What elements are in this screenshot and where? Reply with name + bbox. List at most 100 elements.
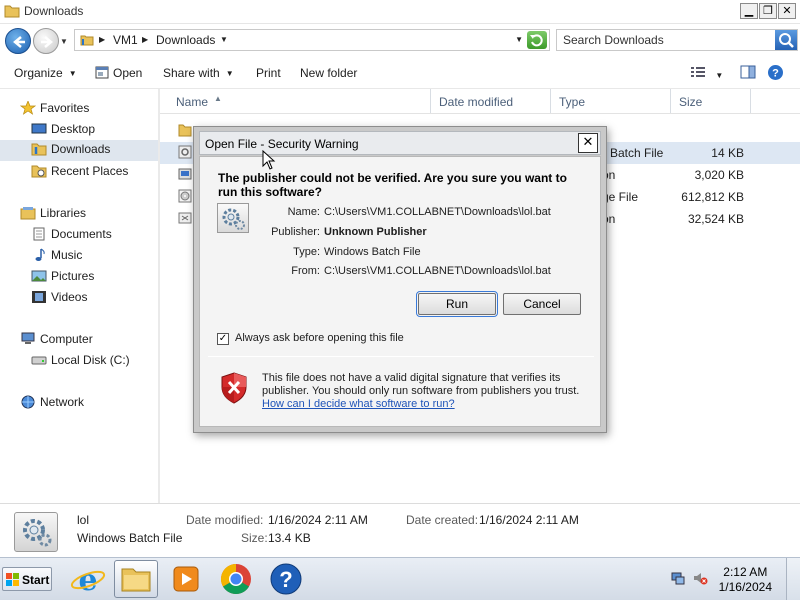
installer-icon	[178, 167, 192, 181]
close-window-button[interactable]: ✕	[778, 3, 796, 19]
clock-date: 1/16/2024	[718, 580, 772, 594]
sidebar-item-videos[interactable]: Videos	[31, 288, 151, 308]
start-button[interactable]: Start	[2, 567, 52, 591]
breadcrumb-separator-icon[interactable]: ▼	[220, 35, 228, 44]
sidebar-label: Downloads	[51, 142, 111, 156]
breadcrumb-separator-icon[interactable]: ▶	[142, 35, 148, 44]
system-clock[interactable]: 2:12 AM 1/16/2024	[719, 565, 772, 595]
taskbar-help[interactable]: ?	[264, 560, 308, 598]
organize-menu[interactable]: Organize ▼	[14, 66, 77, 80]
new-folder-button[interactable]: New folder	[300, 66, 357, 80]
address-history-dropdown-icon[interactable]: ▼	[515, 35, 523, 44]
taskbar-media-player[interactable]	[164, 560, 208, 598]
recent-places-icon	[31, 164, 47, 178]
breadcrumb-downloads[interactable]: Downloads	[156, 33, 215, 47]
column-label: Type	[559, 95, 586, 109]
maximize-button[interactable]: ❐	[759, 3, 777, 19]
sidebar-item-recent-places[interactable]: Recent Places	[31, 162, 156, 182]
column-header-date-modified[interactable]: Date modified	[431, 89, 551, 113]
sidebar-item-favorites[interactable]: Favorites	[19, 99, 150, 119]
column-header-size[interactable]: Size	[671, 89, 751, 113]
chevron-down-icon: ▼	[715, 71, 724, 81]
details-size-label: Size:	[241, 531, 268, 545]
refresh-button[interactable]	[527, 31, 547, 49]
sidebar-item-music[interactable]: Music	[31, 246, 151, 266]
sidebar-item-local-disk[interactable]: Local Disk (C:)	[31, 351, 156, 371]
publisher-label: Publisher:	[271, 226, 320, 238]
taskbar-windows-explorer[interactable]	[114, 560, 158, 598]
help-button[interactable]: ?	[767, 64, 784, 84]
sidebar-label: Music	[51, 248, 83, 262]
documents-icon	[31, 227, 47, 241]
always-ask-label[interactable]: Always ask before opening this file	[235, 332, 404, 344]
run-button[interactable]: Run	[416, 291, 498, 317]
sidebar-label: Documents	[51, 227, 112, 241]
always-ask-checkbox[interactable]: ✓	[217, 333, 229, 345]
media-player-icon	[173, 566, 199, 592]
sidebar-item-documents[interactable]: Documents	[31, 225, 151, 245]
start-label: Start	[22, 573, 50, 587]
sidebar-item-network[interactable]: Network	[20, 393, 150, 413]
svg-text:e: e	[78, 563, 97, 598]
sidebar-item-downloads[interactable]: Downloads	[0, 140, 158, 161]
preview-pane-button[interactable]	[740, 65, 756, 82]
organize-label: Organize	[14, 66, 63, 80]
dialog-headline: The publisher could not be verified. Are…	[218, 171, 567, 199]
shield-warning-icon	[220, 372, 248, 407]
security-warning-dialog: Open File - Security Warning ✕ The publi…	[193, 126, 607, 433]
computer-icon	[20, 332, 36, 346]
search-box	[556, 29, 798, 51]
sidebar-item-pictures[interactable]: Pictures	[31, 267, 151, 287]
view-options-button[interactable]: ▼	[690, 65, 723, 82]
help-link[interactable]: How can I decide what software to run?	[262, 398, 455, 410]
recent-pages-dropdown-icon[interactable]: ▼	[60, 37, 68, 46]
open-button[interactable]: Open	[95, 66, 142, 80]
share-with-menu[interactable]: Share with ▼	[163, 66, 234, 80]
clock-time: 2:12 AM	[723, 565, 768, 579]
file-size: 3,020 KB	[694, 168, 744, 182]
details-date-created: 1/16/2024 2:11 AM	[479, 513, 579, 527]
details-date-modified-label: Date modified:	[186, 513, 264, 527]
sidebar-label: Local Disk (C:)	[51, 353, 130, 367]
taskbar: Start e ? 2:12 AM 1/16/2024	[0, 557, 800, 600]
minimize-button[interactable]: ▁	[740, 3, 758, 19]
setup-icon	[178, 211, 192, 225]
videos-icon	[31, 290, 47, 304]
mouse-cursor-icon	[262, 150, 276, 170]
folder-icon	[80, 33, 94, 50]
search-input[interactable]	[557, 30, 777, 50]
forward-button[interactable]	[33, 28, 59, 54]
dialog-title: Open File - Security Warning	[205, 137, 359, 151]
sidebar-item-computer[interactable]: Computer	[20, 330, 150, 350]
back-button[interactable]	[5, 28, 31, 54]
show-desktop-button[interactable]	[786, 558, 800, 600]
sidebar-item-libraries[interactable]: Libraries	[20, 204, 150, 224]
name-label: Name:	[287, 206, 320, 218]
volume-muted-icon[interactable]	[692, 570, 708, 586]
refresh-icon	[530, 34, 543, 47]
column-header-type[interactable]: Type	[551, 89, 671, 113]
breadcrumb-vm1[interactable]: VM1	[113, 33, 138, 47]
search-button[interactable]	[775, 30, 797, 50]
taskbar-internet-explorer[interactable]: e	[66, 560, 110, 598]
taskbar-chrome[interactable]	[214, 560, 258, 598]
cancel-button[interactable]: Cancel	[503, 293, 581, 315]
details-file-name: lol	[77, 513, 90, 527]
svg-text:?: ?	[772, 68, 779, 80]
sidebar-label: Network	[40, 395, 85, 409]
network-tray-icon[interactable]	[670, 570, 686, 586]
command-bar: Organize ▼ Open Share with ▼ Print New fol…	[0, 57, 800, 89]
back-arrow-icon	[13, 36, 25, 48]
details-date-created-label: Date created:	[406, 513, 479, 527]
chevron-down-icon: ▼	[68, 69, 77, 79]
dialog-close-button[interactable]: ✕	[578, 133, 598, 153]
sidebar-label: Pictures	[51, 269, 95, 283]
print-button[interactable]: Print	[256, 66, 281, 80]
from-value: C:\Users\VM1.COLLABNET\Downloads\lol.bat	[324, 265, 551, 277]
column-header-name[interactable]: Name ▲	[168, 89, 431, 113]
breadcrumb-separator-icon[interactable]: ▶	[99, 35, 105, 44]
sort-ascending-icon: ▲	[214, 94, 222, 103]
type-value: Windows Batch File	[324, 246, 421, 258]
sidebar-item-desktop[interactable]: Desktop	[31, 120, 151, 140]
address-field[interactable]: ▶ VM1 ▶ Downloads ▼ ▼	[74, 29, 550, 51]
